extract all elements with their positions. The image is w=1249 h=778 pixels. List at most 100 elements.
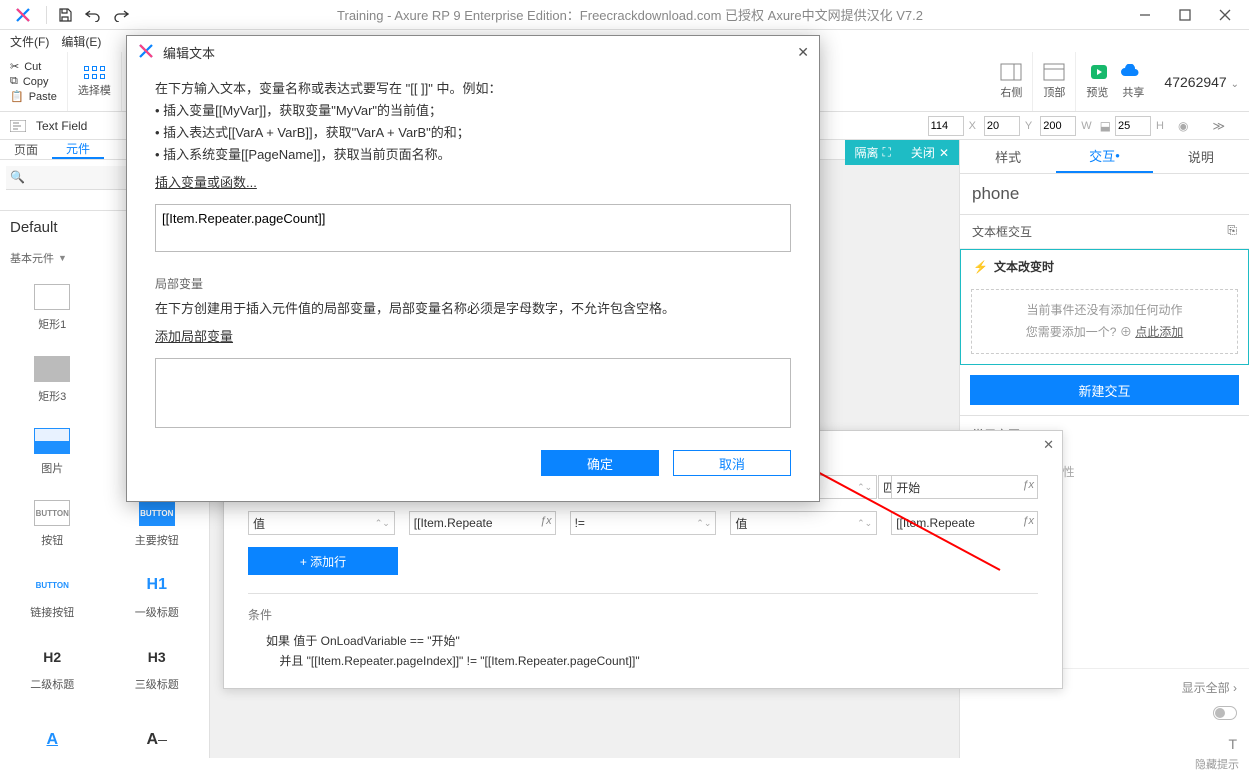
- cut-button[interactable]: ✂Cut: [10, 60, 57, 73]
- add-interaction-icon[interactable]: ⎘: [1227, 223, 1237, 240]
- event-header[interactable]: ⚡文本改变时: [961, 250, 1248, 283]
- app-logo: [12, 4, 34, 26]
- widget-label: 链接按钮: [30, 604, 74, 620]
- insert-variable-link[interactable]: 插入变量或函数...: [155, 172, 257, 194]
- close-tab[interactable]: 关闭✕: [901, 140, 959, 165]
- pos-w-input[interactable]: [1040, 116, 1076, 136]
- widget-label: 主要按钮: [135, 532, 179, 548]
- cut-label: Cut: [24, 61, 41, 73]
- widget-link-button[interactable]: BUTTON链接按钮: [0, 560, 105, 632]
- add-action-link[interactable]: 点此添加: [1135, 325, 1183, 339]
- show-all-label[interactable]: 显示全部: [1182, 681, 1230, 695]
- rhs-value-input[interactable]: [[Item.Repeate: [891, 511, 1038, 535]
- add-local-var-link[interactable]: 添加局部变量: [155, 326, 233, 348]
- library-section-label: 基本元件: [10, 250, 54, 266]
- menu-edit[interactable]: 编辑(E): [61, 33, 101, 50]
- widget-label: 一级标题: [135, 604, 179, 620]
- pos-x-input[interactable]: [928, 116, 964, 136]
- widget-rect3[interactable]: 矩形3: [0, 344, 105, 416]
- widget-a1[interactable]: A: [0, 704, 105, 776]
- cloud-icon: [1119, 64, 1141, 80]
- isolate-label: 隔离: [855, 144, 879, 161]
- undo-icon[interactable]: [81, 3, 105, 27]
- cancel-button[interactable]: 取消: [673, 450, 791, 476]
- h-thumb: H2: [34, 644, 70, 670]
- widget-button[interactable]: BUTTON按钮: [0, 488, 105, 560]
- redo-icon[interactable]: [109, 3, 133, 27]
- widget-name[interactable]: phone: [960, 174, 1249, 215]
- widget-image[interactable]: 图片: [0, 416, 105, 488]
- tab-style[interactable]: 样式: [960, 140, 1056, 173]
- bullet-3: • 插入系统变量[[PageName]]，获取当前页面名称。: [155, 144, 791, 166]
- divider: [46, 6, 47, 24]
- account-number: 47262947: [1164, 74, 1226, 90]
- tab-pages[interactable]: 页面: [0, 140, 52, 159]
- paste-button[interactable]: 📋Paste: [10, 90, 57, 103]
- textbox-interactions-header[interactable]: 文本框交互 ⎘: [960, 215, 1249, 249]
- preview-button[interactable]: [1089, 63, 1109, 81]
- close-button[interactable]: [1205, 0, 1245, 30]
- pane-top-label: 顶部: [1043, 84, 1065, 100]
- ok-button[interactable]: 确定: [541, 450, 659, 476]
- dialog-title: 编辑文本: [163, 43, 215, 62]
- widget-a2[interactable]: A—: [105, 704, 210, 776]
- local-vars-title: 局部变量: [155, 274, 791, 294]
- fx-icon[interactable]: ƒx: [1022, 479, 1034, 491]
- panel-close-button[interactable]: ✕: [1043, 437, 1054, 453]
- widget-rect1[interactable]: 矩形1: [0, 272, 105, 344]
- pane-top-button[interactable]: 顶部: [1033, 52, 1076, 111]
- pos-h-input[interactable]: [1115, 116, 1151, 136]
- pane-right-button[interactable]: 右侧: [990, 52, 1033, 111]
- maximize-button[interactable]: [1165, 0, 1205, 30]
- minimize-button[interactable]: [1125, 0, 1165, 30]
- copy-button[interactable]: ⧉Copy: [10, 75, 57, 88]
- lock-icon[interactable]: ⬓: [1100, 119, 1111, 133]
- tab-notes[interactable]: 说明: [1153, 140, 1249, 173]
- add-row-button[interactable]: + 添加行: [248, 547, 398, 575]
- divider: [248, 593, 1038, 594]
- menu-file[interactable]: 文件(F): [10, 33, 49, 50]
- lightning-icon: ⚡: [973, 260, 988, 274]
- chevron-right-icon: ›: [1233, 681, 1237, 695]
- pane-right-label: 右侧: [1000, 84, 1022, 100]
- position-group: X Y W ⬓ H ◉ ≫: [928, 116, 1239, 136]
- widget-h3[interactable]: H3三级标题: [105, 632, 210, 704]
- rhs-value-input[interactable]: 开始: [891, 475, 1038, 499]
- text-tool-icon[interactable]: T: [960, 730, 1249, 758]
- pos-y-input[interactable]: [984, 116, 1020, 136]
- isolate-tab[interactable]: 隔离⛶: [845, 140, 901, 165]
- rhs-type-select[interactable]: 值⌃⌄: [730, 511, 877, 535]
- share-button[interactable]: [1119, 64, 1141, 80]
- cond-line: 如果 值于 OnLoadVariable == "开始": [266, 631, 1038, 651]
- type-select[interactable]: 值⌃⌄: [248, 511, 395, 535]
- dialog-close-button[interactable]: ✕: [797, 44, 809, 61]
- h-thumb: H1: [139, 572, 175, 598]
- local-vars-area[interactable]: [155, 358, 791, 428]
- tab-interactions[interactable]: 交互●: [1056, 140, 1152, 173]
- visibility-icon[interactable]: ◉: [1178, 119, 1188, 133]
- textfield-label: Text Field: [36, 119, 87, 133]
- toggle-switch[interactable]: [1213, 706, 1237, 720]
- app-title: Training - Axure RP 9 Enterprise Edition…: [135, 5, 1125, 24]
- more-icon[interactable]: ≫: [1198, 119, 1239, 133]
- account-button[interactable]: 47262947 ⌄: [1154, 52, 1249, 111]
- close-icon: ✕: [939, 146, 949, 160]
- save-icon[interactable]: [53, 3, 77, 27]
- h-thumb: H3: [139, 644, 175, 670]
- condition-row-2: 值⌃⌄ [[Item.Repeateƒx !=⌃⌄ 值⌃⌄ [[Item.Rep…: [248, 511, 1038, 535]
- expression-textarea[interactable]: [155, 204, 791, 252]
- empty-line2: 您需要添加一个?: [1026, 325, 1117, 339]
- lhs-value-input[interactable]: [[Item.Repeate: [409, 511, 556, 535]
- play-icon: [1089, 63, 1109, 81]
- widget-h2[interactable]: H2二级标题: [0, 632, 105, 704]
- new-interaction-button[interactable]: 新建交互: [970, 375, 1239, 405]
- op-select[interactable]: !=⌃⌄: [570, 511, 717, 535]
- pane-top-icon: [1043, 63, 1065, 81]
- fx-icon[interactable]: ƒx: [540, 515, 552, 527]
- tab-widgets[interactable]: 元件: [52, 140, 104, 159]
- hide-hint-link[interactable]: 隐藏提示: [1195, 756, 1239, 772]
- empty-line1: 当前事件还没有添加任何动作: [982, 300, 1227, 322]
- fx-icon[interactable]: ƒx: [1022, 515, 1034, 527]
- widget-h1[interactable]: H1 一级标题: [105, 560, 210, 632]
- select-mode-group[interactable]: 选择模: [68, 52, 122, 111]
